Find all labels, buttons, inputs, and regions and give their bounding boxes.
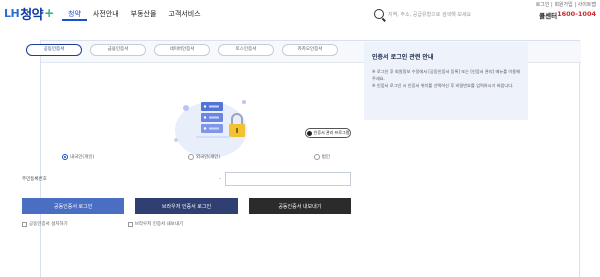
radio-circle (313, 154, 320, 160)
browser-cert-login-button[interactable]: 브라우저 인증서 로그인 (135, 198, 238, 214)
call-center: 콜센터 1600-1004 (539, 10, 596, 20)
nav-item-preview[interactable]: 사전안내 (87, 7, 125, 21)
search-bar[interactable]: 지역, 주소, 공급유형으로 검색해 보세요 (374, 7, 524, 21)
tab-finance-cert[interactable]: 금융인증서 (90, 44, 146, 56)
tab-toss-cert[interactable]: 토스인증서 (218, 44, 274, 56)
login-guide-box: 인증서 로그인 관련 안내 ※ 로그인 후 회원정보 수정에서 [공동인증서 등… (364, 42, 528, 120)
radio-label: 법인 (321, 155, 330, 160)
resident-number-row: 주민등록번호 - (22, 172, 351, 186)
logo-name: 청약 (20, 7, 44, 23)
radio-label: 외국인(개인) (195, 155, 221, 160)
nav-item-realestate[interactable]: 부동산몰 (125, 7, 163, 21)
radio-circle (62, 154, 68, 160)
radio-foreign-individual[interactable]: 외국인(개인) (187, 154, 221, 160)
call-number: 1600-1004 (557, 10, 596, 18)
checkbox (22, 221, 27, 227)
radio-corporation[interactable]: 법인 (313, 154, 330, 160)
server-lock-illustration (156, 80, 266, 160)
nav-item-subscription[interactable]: 청약 (62, 7, 87, 21)
tab-naver-cert[interactable]: 네이버인증서 (154, 44, 210, 56)
radio-circle (187, 154, 194, 160)
resident-number-input[interactable] (225, 172, 351, 186)
main-nav: 청약 사전안내 부동산몰 고객서비스 (62, 7, 207, 21)
cert-manager-label: 인증서 관리 프로그램 (313, 130, 350, 135)
info-icon (306, 130, 312, 136)
lh-logo[interactable]: LH 청약 + (4, 4, 55, 23)
call-label: 콜센터 (539, 12, 558, 20)
utility-links[interactable]: 로그인 | 회원가입 | 사이트맵 (536, 1, 596, 8)
resident-number-label: 주민등록번호 (22, 177, 47, 182)
page: LH 청약 + 청약 사전안내 부동산몰 고객서비스 지역, 주소, 공급유형으… (0, 0, 600, 277)
search-placeholder: 지역, 주소, 공급유형으로 검색해 보세요 (388, 11, 472, 18)
browser-cert-check[interactable]: 브라우저 인증서 내보내기 (127, 221, 184, 227)
tab-joint-cert[interactable]: 공동인증서 (26, 44, 82, 56)
joint-cert-login-button[interactable]: 공동인증서 로그인 (22, 198, 125, 214)
nav-item-customer[interactable]: 고객서비스 (162, 7, 206, 21)
browser-cert-label: 브라우저 인증서 내보내기 (134, 222, 184, 227)
radio-korean-individual[interactable]: 내국인(개인) (62, 154, 94, 160)
cert-manager-button[interactable]: 인증서 관리 프로그램 (305, 128, 351, 138)
radio-label: 내국인(개인) (70, 155, 95, 160)
user-type-radios: 내국인(개인) 외국인(개인) 법인 (26, 154, 366, 160)
guide-title: 인증서 로그인 관련 안내 (372, 54, 434, 61)
guide-line-2: ※ 인증서 로그인 시 인증서 위치를 선택하신 후 비밀번호를 입력하시기 바… (372, 83, 514, 88)
search-icon[interactable] (374, 9, 384, 19)
action-buttons: 공동인증서 로그인 브라우저 인증서 로그인 공동인증서 내보내기 (22, 198, 351, 214)
site-header: LH 청약 + 청약 사전안내 부동산몰 고객서비스 지역, 주소, 공급유형으… (0, 0, 600, 28)
guide-line-1: ※ 로그인 후 회원정보 수정에서 [공동인증서 등록] 또는 [인증서 관리]… (372, 69, 520, 81)
logo-plus: + (44, 6, 55, 20)
checkbox (127, 221, 133, 227)
resident-number-dash: - (219, 176, 221, 182)
cert-tabs: 공동인증서 금융인증서 네이버인증서 토스인증서 카카오인증서 (26, 44, 338, 56)
logo-prefix: LH (4, 6, 20, 20)
install-cert-check[interactable]: 공동인증서 설치하기 (22, 221, 68, 227)
bottom-options: 공동인증서 설치하기 브라우저 인증서 내보내기 (22, 221, 351, 227)
export-cert-button[interactable]: 공동인증서 내보내기 (248, 198, 351, 214)
tab-kakao-cert[interactable]: 카카오인증서 (282, 44, 338, 56)
install-cert-label: 공동인증서 설치하기 (29, 222, 68, 227)
